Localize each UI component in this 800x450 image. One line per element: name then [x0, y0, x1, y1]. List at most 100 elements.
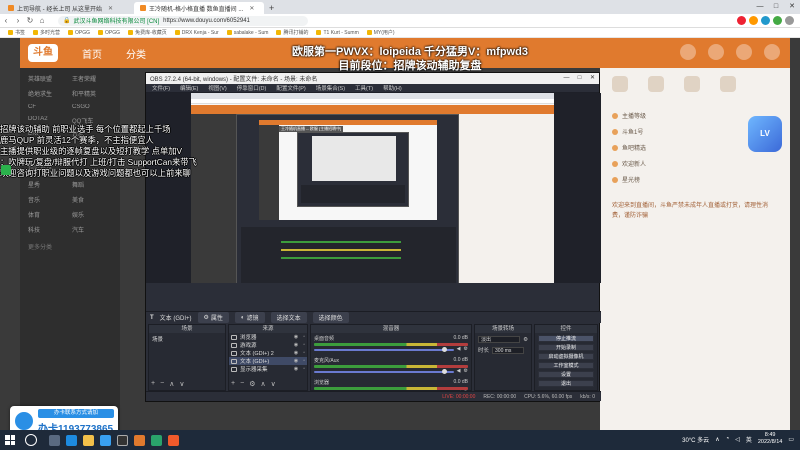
share-icon[interactable] — [720, 76, 736, 92]
properties-button[interactable]: ⚙ 属性 — [197, 312, 229, 323]
remove-source-icon[interactable]: − — [240, 380, 244, 388]
user-avatar-icon[interactable] — [764, 44, 780, 60]
sidebar-category-item[interactable]: 和平精英 — [72, 89, 112, 98]
qq-icon[interactable] — [100, 434, 111, 446]
bookmark-item[interactable]: sabalake - Sum — [226, 30, 268, 36]
close-window-button[interactable]: ✕ — [784, 0, 800, 14]
sidebar-category-item[interactable]: 体育 — [28, 210, 68, 219]
extension-icon[interactable] — [773, 16, 782, 25]
lock-icon[interactable]: ▫ — [303, 358, 305, 364]
visibility-eye-icon[interactable]: ◉ — [294, 334, 298, 340]
obs-menu-item[interactable]: 视图(V) — [208, 84, 226, 92]
bookmark-item[interactable]: OPGG — [68, 30, 90, 36]
obs-preview[interactable]: 王冷随机直播 -- 欧服 [主播招聘中] — [146, 93, 601, 283]
rank-icon[interactable] — [612, 76, 628, 92]
nav-category[interactable]: 分类 — [126, 46, 146, 61]
filters-button[interactable]: ◐ 滤镜 — [234, 312, 265, 323]
obs-menu-item[interactable]: 工具(T) — [355, 84, 373, 92]
select-text-button[interactable]: 选择文本 — [270, 312, 307, 323]
control-button[interactable]: 开始录制 — [538, 343, 594, 351]
lock-icon[interactable]: ▫ — [303, 334, 305, 340]
sidebar-category-item[interactable]: 王者荣耀 — [72, 74, 112, 83]
bookmark-item[interactable]: T1 Kurt - Summ — [316, 30, 359, 36]
transition-settings-icon[interactable]: ⚙ — [523, 337, 528, 343]
ime-indicator[interactable]: 英 — [746, 435, 752, 444]
browser-icon[interactable] — [168, 434, 179, 446]
sidebar-category-item[interactable]: 舞蹈 — [72, 180, 112, 189]
edge-icon[interactable] — [66, 434, 77, 446]
home-icon[interactable]: ⌂ — [36, 16, 48, 25]
menu-icon[interactable] — [785, 16, 794, 25]
visibility-eye-icon[interactable]: ◉ — [294, 342, 298, 348]
browser-tab-2[interactable]: 王冷随机-格小格直播 数鱼直播间 ... ✕ — [134, 2, 264, 14]
add-scene-icon[interactable]: + — [151, 380, 155, 388]
sidebar-category-item[interactable]: 娱乐 — [72, 210, 112, 219]
obs-close-button[interactable]: ✕ — [586, 73, 599, 84]
control-button[interactable]: 设置 — [538, 370, 594, 378]
gift-icon[interactable] — [648, 76, 664, 92]
sidebar-category-item[interactable]: CF — [28, 104, 68, 110]
scene-item[interactable]: 场景 — [149, 333, 225, 345]
source-item[interactable]: 游戏源 ◉ ▫ — [229, 341, 307, 349]
volume-slider[interactable] — [314, 369, 454, 374]
source-item[interactable]: 文本 (GDI+) 2 ◉ ▫ — [229, 349, 307, 357]
control-button[interactable]: 工作室模式 — [538, 361, 594, 369]
bookmark-item[interactable]: OPGG — [98, 30, 120, 36]
obs-menu-item[interactable]: 编辑(E) — [180, 84, 198, 92]
remove-scene-icon[interactable]: − — [160, 380, 164, 388]
visibility-eye-icon[interactable]: ◉ — [294, 358, 298, 364]
maximize-button[interactable]: □ — [768, 0, 784, 14]
transition-type-select[interactable]: 淡出 — [478, 336, 521, 343]
move-down-icon[interactable]: ∨ — [179, 380, 184, 388]
source-item[interactable]: 浏览器 ◉ ▫ — [229, 333, 307, 341]
douyu-icon[interactable] — [134, 434, 145, 446]
browser-tab-1[interactable]: 上司导航 - 经长上司 从这里开始 ✕ — [2, 2, 132, 14]
weather-status[interactable]: 30°C 多云 — [682, 435, 709, 444]
url-input[interactable]: 🔒 武汉斗鱼网络科技有限公司 [CN] https://www.douyu.co… — [58, 15, 308, 26]
task-view-icon[interactable] — [49, 434, 60, 446]
history-icon[interactable] — [680, 44, 696, 60]
extension-icon[interactable] — [749, 16, 758, 25]
sidebar-category-item[interactable]: 星秀 — [28, 180, 68, 189]
extension-icon[interactable] — [761, 16, 770, 25]
speaker-icon[interactable]: ◀ — [457, 346, 461, 352]
right-panel-item[interactable]: 星光榜 — [612, 175, 778, 184]
lock-icon[interactable]: ▫ — [303, 342, 305, 348]
mixer-settings-icon[interactable]: ⚙ — [464, 346, 468, 352]
bookmark-item[interactable]: MY(用户) — [366, 29, 395, 36]
obs-maximize-button[interactable]: □ — [573, 73, 586, 84]
notification-icon[interactable]: ▭ — [788, 436, 794, 443]
douyu-logo[interactable]: 斗鱼 — [28, 44, 58, 62]
new-tab-button[interactable]: + — [269, 2, 274, 14]
minimize-button[interactable]: — — [752, 0, 768, 14]
obs-minimize-button[interactable]: — — [560, 73, 573, 84]
folder-icon[interactable] — [83, 434, 94, 446]
mixer-settings-icon[interactable]: ⚙ — [464, 368, 468, 374]
nav-home[interactable]: 首页 — [82, 46, 102, 61]
bookmark-item[interactable]: 免费库-收藏页 — [128, 29, 167, 36]
speaker-icon[interactable]: ◀ — [457, 368, 461, 374]
windows-start-icon[interactable] — [5, 435, 15, 445]
duration-input[interactable]: 300 ms — [492, 346, 525, 354]
control-button[interactable]: 启动虚拟摄像机 — [538, 352, 594, 360]
source-item[interactable]: 显示器采集 ◉ ▫ — [229, 365, 307, 373]
sidebar-category-item[interactable]: 英雄联盟 — [28, 74, 68, 83]
obs-menu-item[interactable]: 配置文件(P) — [276, 84, 305, 92]
follow-icon[interactable] — [708, 44, 724, 60]
bookmark-item[interactable]: 多时光营 — [33, 29, 60, 36]
add-source-icon[interactable]: + — [231, 380, 235, 388]
lock-icon[interactable]: ▫ — [303, 366, 305, 372]
bookmark-item[interactable]: 书签 — [8, 29, 25, 36]
sidebar-category-item[interactable]: 绝地求生 — [28, 89, 68, 98]
sidebar-category-item[interactable]: 美食 — [72, 195, 112, 204]
wegame-icon[interactable] — [151, 434, 162, 446]
obs-menu-item[interactable]: 帮助(H) — [383, 84, 402, 92]
tray-chevron-icon[interactable]: ∧ — [715, 436, 719, 443]
right-panel-item[interactable]: 欢迎新人 — [612, 159, 778, 168]
fans-icon[interactable] — [684, 76, 700, 92]
volume-icon[interactable]: ◁ — [735, 436, 740, 443]
control-button[interactable]: 退出 — [538, 379, 594, 387]
source-item[interactable]: 文本 (GDI+) ◉ ▫ — [229, 357, 307, 365]
move-up-icon[interactable]: ∧ — [169, 380, 174, 388]
visibility-eye-icon[interactable]: ◉ — [294, 350, 298, 356]
